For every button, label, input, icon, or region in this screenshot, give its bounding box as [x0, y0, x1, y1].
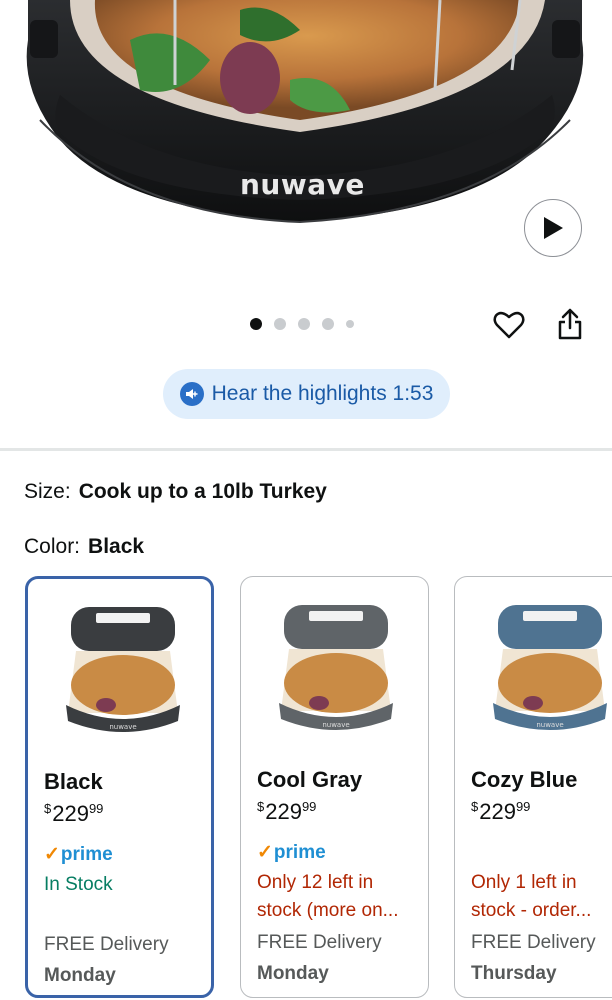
play-video-button[interactable]	[524, 199, 582, 257]
variant-name: Black	[44, 769, 103, 794]
availability-status: Only 1 left in stock - order...	[471, 872, 592, 921]
play-icon	[544, 217, 563, 239]
carousel-indicator	[250, 318, 354, 330]
svg-text:nuwave: nuwave	[322, 721, 349, 729]
prime-check-icon: ✓	[257, 842, 273, 863]
variant-name: Cozy Blue	[471, 767, 578, 792]
product-thumbnail: nuwave	[66, 607, 180, 732]
speaker-icon	[179, 382, 204, 406]
heart-icon	[493, 311, 525, 339]
variant-price: $22999	[44, 801, 104, 826]
prime-badge: ✓ prime	[257, 841, 326, 864]
variant-name: Cool Gray	[257, 767, 363, 792]
brand-logo: nuwave	[240, 168, 365, 201]
variant-card[interactable]: nuwave Cozy Blue $22999 Only 1 left in st…	[454, 576, 612, 998]
variant-card[interactable]: nuwave Cool Gray $22999 ✓ prime Only 12 l…	[240, 576, 429, 998]
wishlist-button[interactable]	[492, 308, 526, 342]
availability-status: Only 12 left in stock (more on...	[257, 872, 399, 921]
svg-text:nuwave: nuwave	[109, 723, 136, 731]
size-selector[interactable]: Size: Cook up to a 10lb Turkey	[24, 480, 327, 504]
hear-highlights-label: Hear the highlights 1:53	[211, 382, 434, 405]
carousel-dot[interactable]	[250, 318, 262, 330]
product-thumbnail: nuwave	[279, 605, 393, 730]
share-button[interactable]	[553, 307, 587, 341]
section-divider	[0, 448, 612, 451]
carousel-dot[interactable]	[298, 318, 310, 330]
prime-check-icon: ✓	[44, 844, 60, 865]
delivery-info: FREE Delivery Monday	[44, 934, 169, 986]
variant-price: $22999	[257, 799, 317, 824]
size-value: Cook up to a 10lb Turkey	[78, 480, 327, 503]
air-fryer-illustration	[26, 0, 584, 224]
svg-text:nuwave: nuwave	[536, 721, 563, 729]
share-icon	[558, 308, 582, 340]
product-thumbnail: nuwave	[493, 605, 607, 730]
carousel-dot[interactable]	[274, 318, 286, 330]
color-value: Black	[88, 535, 145, 558]
hear-highlights-button[interactable]: Hear the highlights 1:53	[163, 369, 450, 419]
prime-badge: ✓ prime	[44, 843, 113, 866]
size-label: Size:	[24, 480, 71, 503]
variant-card[interactable]: nuwave Black $22999 ✓ prime In Stock FREE…	[25, 576, 214, 998]
color-selector: Color: Black	[24, 535, 144, 559]
availability-status: In Stock	[44, 874, 113, 895]
delivery-info: FREE Delivery Thursday	[471, 932, 596, 984]
variant-price: $22999	[471, 799, 531, 824]
delivery-info: FREE Delivery Monday	[257, 932, 382, 984]
carousel-dot[interactable]	[322, 318, 334, 330]
carousel-dot[interactable]	[346, 320, 354, 328]
color-label: Color:	[24, 535, 81, 558]
product-image[interactable]: nuwave	[0, 0, 612, 300]
